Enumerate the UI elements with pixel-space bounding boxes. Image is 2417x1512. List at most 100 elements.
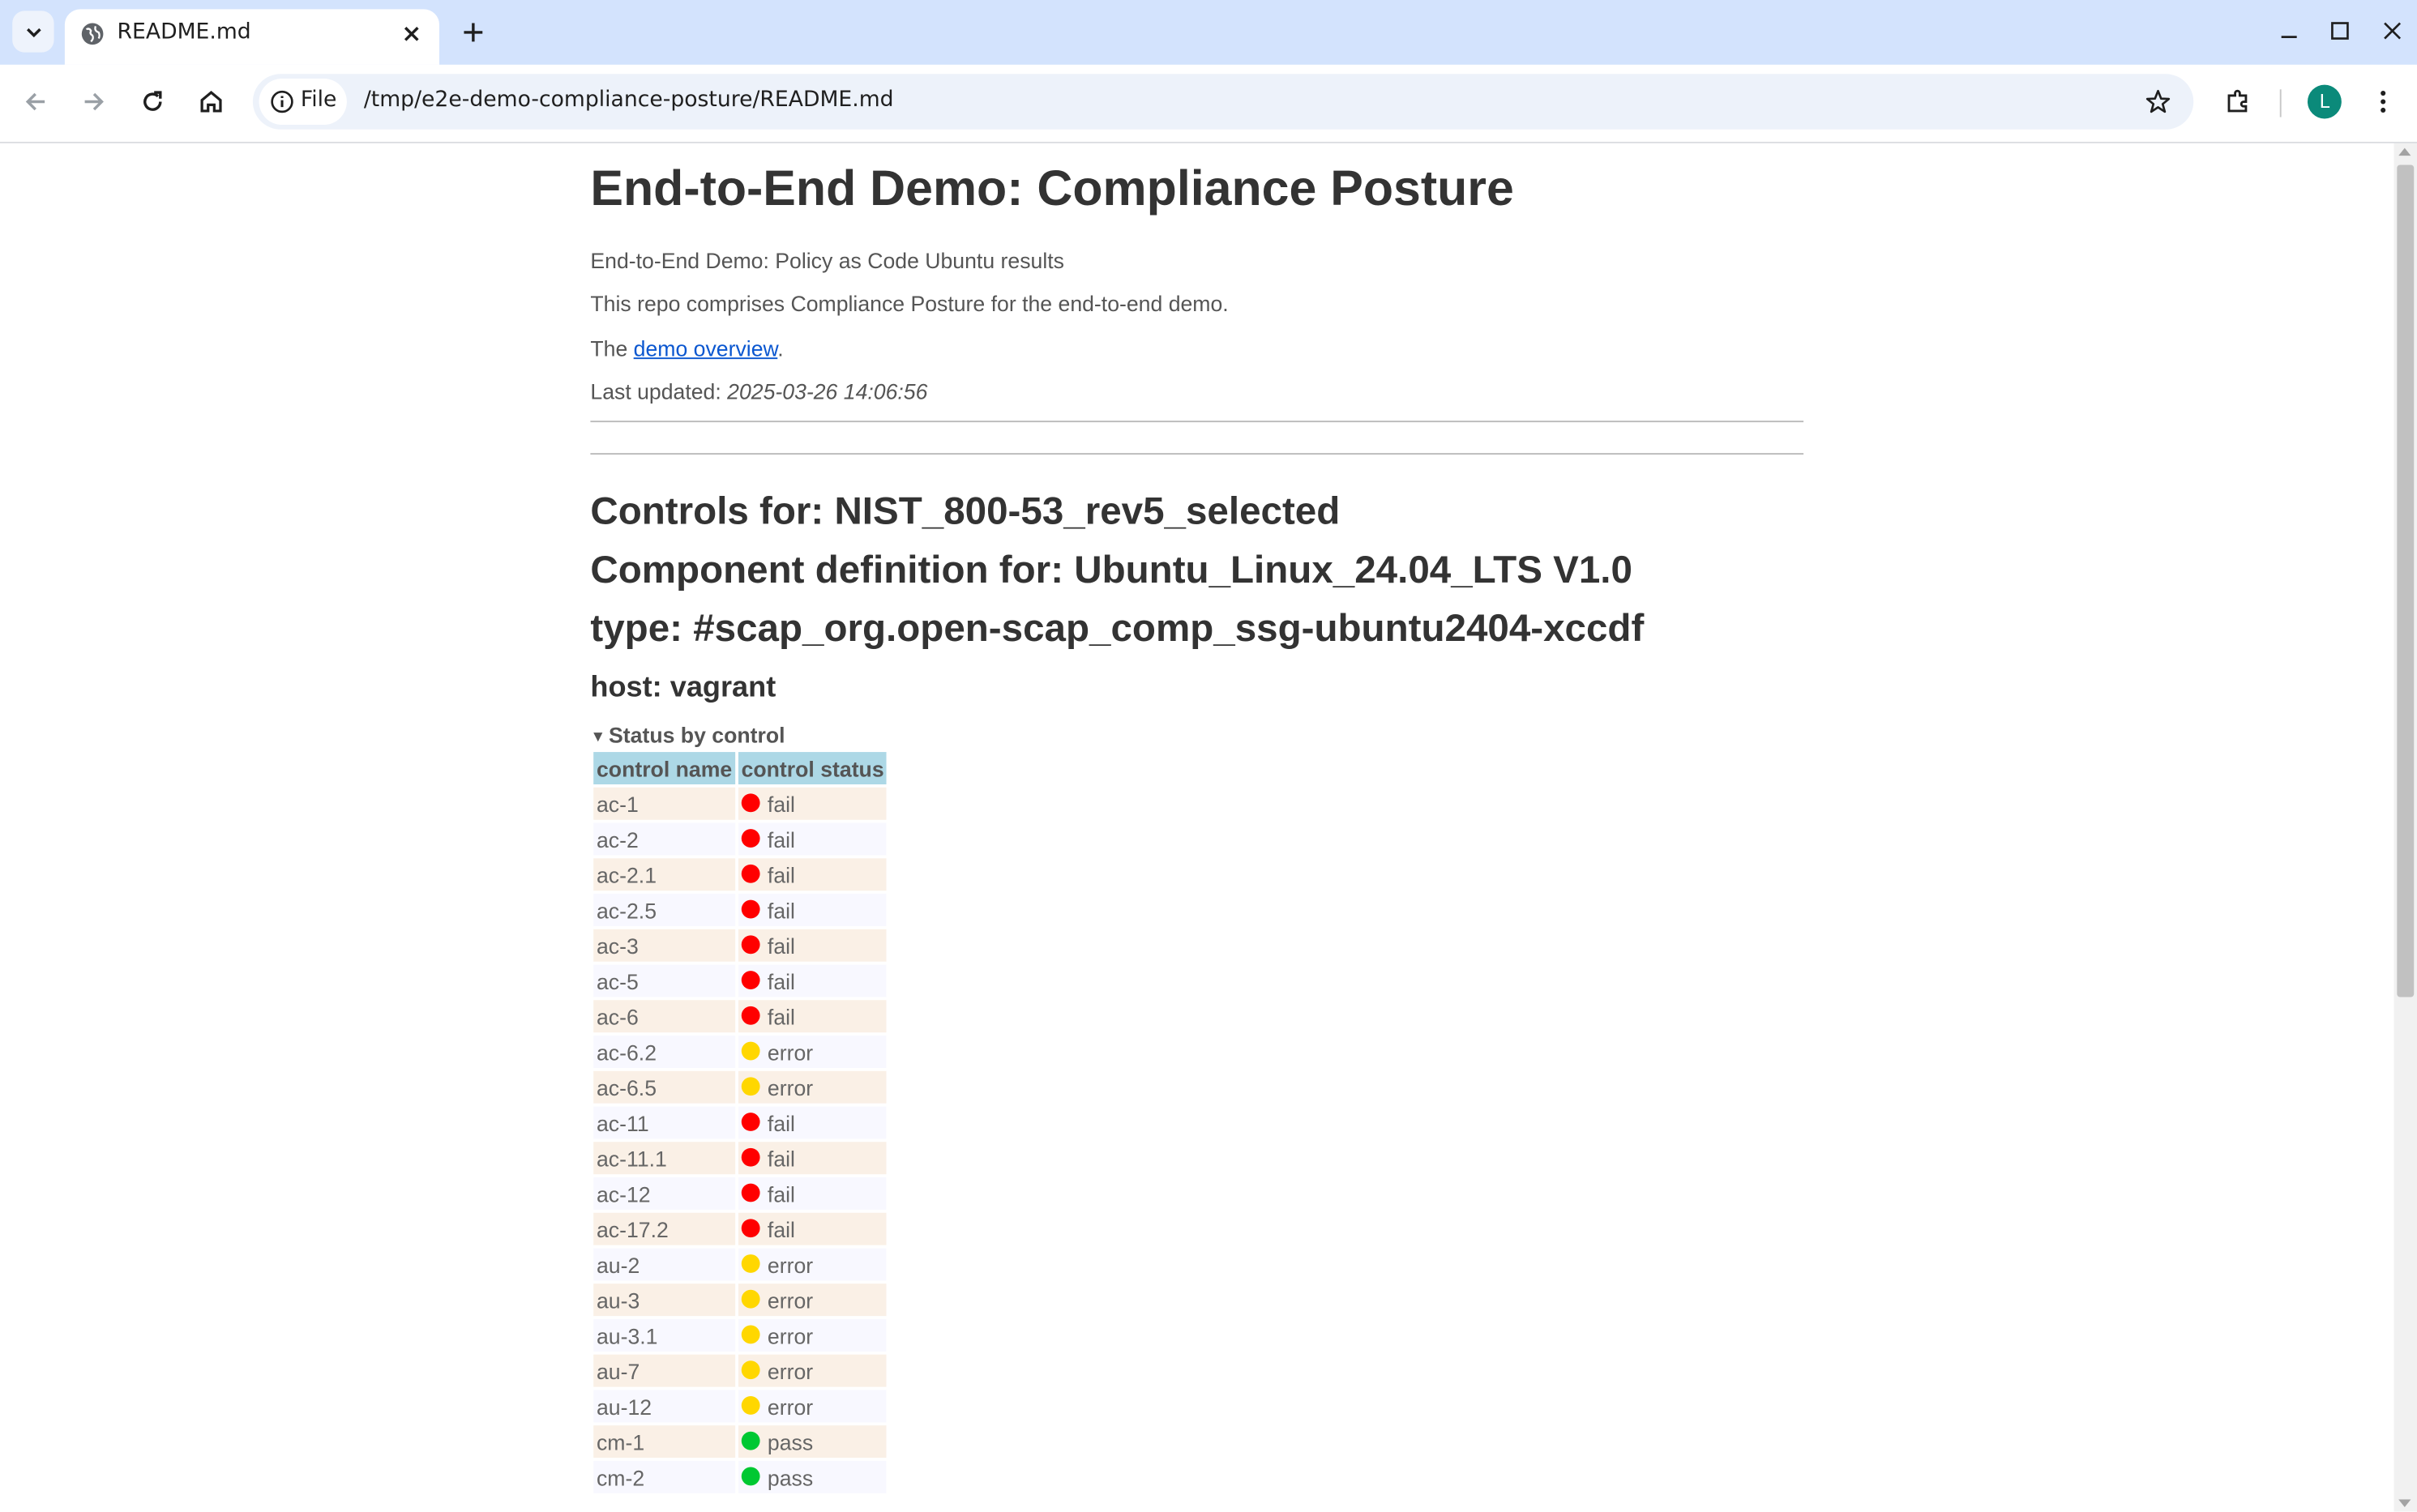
back-arrow-icon[interactable]: [20, 87, 51, 117]
control-name-cell: ac-2.5: [593, 894, 735, 926]
status-dot-icon: [741, 1040, 760, 1060]
column-header: control status: [738, 752, 888, 785]
table-row: au-2 error: [593, 1248, 888, 1281]
details-summary[interactable]: ▼ Status by control: [590, 723, 785, 747]
table-row: au-12 error: [593, 1390, 888, 1423]
status-dot-icon: [741, 1005, 760, 1024]
extensions-puzzle-icon[interactable]: [2222, 87, 2253, 117]
home-icon[interactable]: [196, 87, 227, 117]
table-row: ac-6 fail: [593, 1000, 888, 1033]
status-dot-icon: [741, 1430, 760, 1450]
control-name-cell: au-7: [593, 1354, 735, 1387]
status-label: fail: [767, 968, 795, 993]
status-label: pass: [767, 1464, 814, 1490]
status-dot-icon: [741, 1254, 760, 1272]
status-dot-icon: [741, 828, 760, 848]
host-heading: host: vagrant: [590, 672, 776, 705]
reload-icon[interactable]: [137, 87, 168, 117]
overview-paragraph: The demo overview.: [590, 336, 783, 361]
control-name-cell: ac-1: [593, 787, 735, 820]
address-bar[interactable]: File /tmp/e2e-demo-compliance-posture/RE…: [252, 74, 2194, 130]
control-status-cell: fail: [738, 964, 888, 997]
url-text[interactable]: /tmp/e2e-demo-compliance-posture/README.…: [364, 88, 894, 112]
control-name-cell: cm-1: [593, 1425, 735, 1459]
status-dot-icon: [741, 863, 760, 882]
status-label: fail: [767, 1110, 795, 1135]
type-heading: type: #scap_org.open-scap_comp_ssg-ubunt…: [590, 607, 1645, 651]
description-text: This repo comprises Compliance Posture f…: [590, 291, 1229, 316]
status-dot-icon: [741, 1076, 760, 1096]
status-label: error: [767, 1287, 814, 1313]
control-status-cell: pass: [738, 1460, 888, 1493]
disclosure-triangle-icon: ▼: [590, 728, 606, 746]
table-row: ac-3 fail: [593, 929, 888, 962]
control-status-cell: fail: [738, 1212, 888, 1245]
tab-search-button[interactable]: [12, 11, 54, 53]
table-row: ac-5 fail: [593, 964, 888, 997]
new-tab-icon[interactable]: [460, 19, 487, 46]
control-status-cell: error: [738, 1070, 888, 1104]
control-name-cell: au-12: [593, 1390, 735, 1423]
minimize-icon[interactable]: [2277, 19, 2301, 43]
control-name-cell: ac-2: [593, 822, 735, 856]
status-dot-icon: [741, 1112, 760, 1130]
status-dot-icon: [741, 1324, 760, 1343]
status-dot-icon: [741, 1466, 760, 1485]
globe-icon: [81, 23, 104, 45]
control-name-cell: au-3: [593, 1283, 735, 1317]
demo-overview-link[interactable]: demo overview: [634, 336, 778, 361]
scrollbar-thumb[interactable]: [2397, 164, 2415, 997]
overview-prefix: The: [590, 335, 634, 361]
control-name-cell: ac-11: [593, 1106, 735, 1139]
control-status-cell: fail: [738, 1106, 888, 1139]
control-name-cell: au-3.1: [593, 1318, 735, 1352]
scroll-down-arrow-icon[interactable]: [2398, 1499, 2411, 1507]
forward-arrow-icon[interactable]: [79, 87, 109, 117]
control-name-cell: au-2: [593, 1248, 735, 1281]
site-info-chip[interactable]: File: [259, 78, 347, 126]
close-tab-icon[interactable]: [400, 22, 424, 46]
divider: [590, 453, 1804, 455]
last-updated-value: 2025-03-26 14:06:56: [727, 378, 928, 404]
status-label: fail: [767, 1216, 795, 1241]
table-row: au-3.1 error: [593, 1318, 888, 1352]
profile-avatar[interactable]: L: [2307, 84, 2342, 119]
close-window-icon[interactable]: [2380, 19, 2404, 43]
maximize-icon[interactable]: [2328, 19, 2352, 43]
table-row: ac-17.2 fail: [593, 1212, 888, 1245]
chevron-down-icon: [26, 27, 41, 37]
status-dot-icon: [741, 1147, 760, 1166]
status-label: error: [767, 1252, 814, 1277]
active-tab[interactable]: README.md: [64, 9, 440, 65]
control-status-cell: error: [738, 1283, 888, 1317]
control-name-cell: ac-3: [593, 929, 735, 962]
status-dot-icon: [741, 1288, 760, 1308]
control-name-cell: ac-17.2: [593, 1212, 735, 1245]
status-dot-icon: [741, 1218, 760, 1237]
status-label: error: [767, 1074, 814, 1100]
table-row: ac-2.1 fail: [593, 858, 888, 891]
scroll-up-arrow-icon[interactable]: [2398, 147, 2411, 156]
vertical-scrollbar[interactable]: [2393, 143, 2417, 1512]
control-name-cell: ac-6.5: [593, 1070, 735, 1104]
table-row: ac-6.5 error: [593, 1070, 888, 1104]
control-status-cell: error: [738, 1390, 888, 1423]
last-updated-paragraph: Last updated: 2025-03-26 14:06:56: [590, 379, 927, 404]
info-icon: [271, 90, 293, 113]
bookmark-star-icon[interactable]: [2144, 88, 2171, 115]
control-name-cell: ac-6.2: [593, 1036, 735, 1068]
control-status-cell: fail: [738, 894, 888, 926]
more-menu-icon[interactable]: [2368, 87, 2398, 117]
overview-suffix: .: [777, 335, 784, 361]
toolbar-separator: [2279, 89, 2282, 117]
status-dot-icon: [741, 899, 760, 918]
table-row: ac-11 fail: [593, 1106, 888, 1139]
control-status-cell: fail: [738, 929, 888, 962]
status-label: error: [767, 1358, 814, 1383]
table-header-row: control name control status: [593, 752, 888, 785]
status-label: error: [767, 1322, 814, 1348]
controls-heading: Controls for: NIST_800-53_rev5_selected: [590, 489, 1341, 534]
table-row: au-3 error: [593, 1283, 888, 1317]
details-summary-label: Status by control: [609, 722, 785, 748]
control-status-cell: fail: [738, 1142, 888, 1175]
